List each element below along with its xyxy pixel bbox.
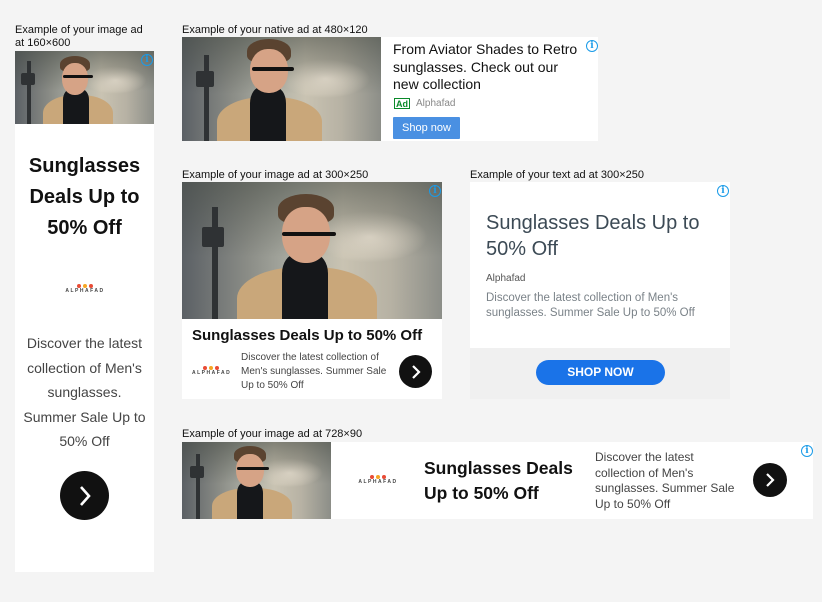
caption-image-300x250: Example of your image ad at 300×250 bbox=[182, 169, 369, 181]
alphafad-logo: ALPHAFAD bbox=[55, 284, 115, 294]
ad-photo bbox=[182, 182, 442, 319]
ad-description: Discover the latest collection of Men's … bbox=[486, 292, 695, 319]
ad-badge: Ad bbox=[394, 98, 410, 109]
image-ad-728x90[interactable]: i ALPHAFAD Sunglasses Deals Up to 50% Of… bbox=[182, 442, 813, 519]
shop-now-button[interactable]: SHOP NOW bbox=[536, 360, 665, 385]
info-icon[interactable]: i bbox=[141, 54, 153, 66]
ad-headline: Sunglasses Deals Up to 50% Off bbox=[486, 212, 700, 260]
chevron-right-icon bbox=[766, 473, 775, 487]
ad-photo bbox=[182, 37, 381, 141]
ad-headline: Sunglasses Deals Up to 50% Off bbox=[424, 458, 573, 503]
text-ad-300x250[interactable]: i Sunglasses Deals Up to 50% Off Alphafa… bbox=[470, 182, 730, 399]
shop-now-button[interactable]: Shop now bbox=[393, 117, 460, 139]
next-button[interactable] bbox=[399, 355, 432, 388]
native-ad-480x120[interactable]: i From Aviator Shades to Retro sunglasse… bbox=[182, 37, 598, 141]
ad-headline: Sunglasses Deals Up to 50% Off bbox=[192, 327, 423, 344]
alphafad-logo: ALPHAFAD bbox=[192, 366, 230, 376]
ad-description: Discover the latest collection of Men's … bbox=[241, 352, 387, 391]
caption-image-728x90: Example of your image ad at 728×90 bbox=[182, 428, 363, 440]
ad-headline: Sunglasses Deals Up to 50% Off bbox=[28, 155, 141, 239]
ad-description: Discover the latest collection of Men's … bbox=[23, 335, 146, 449]
ad-160x600[interactable]: i Sunglasses Deals Up to 50% Off ALPHAFA… bbox=[15, 51, 154, 572]
native-headline: From Aviator Shades to Retro sunglasses.… bbox=[393, 41, 578, 92]
caption-native-480x120: Example of your native ad at 480×120 bbox=[182, 24, 368, 36]
info-icon[interactable]: i bbox=[717, 185, 729, 197]
info-icon[interactable]: i bbox=[429, 185, 441, 197]
caption-text-300x250: Example of your text ad at 300×250 bbox=[470, 169, 644, 181]
image-ad-300x250[interactable]: i Sunglasses Deals Up to 50% Off ALPHAFA… bbox=[182, 182, 442, 399]
ad-photo bbox=[182, 442, 331, 519]
caption-160x600: Example of your image ad at 160×600 bbox=[15, 24, 143, 49]
ad-description: Discover the latest collection of Men's … bbox=[595, 450, 735, 511]
info-icon[interactable]: i bbox=[586, 40, 598, 52]
advertiser-name: Alphafad bbox=[486, 273, 526, 284]
next-button[interactable] bbox=[753, 463, 787, 497]
alphafad-logo: ALPHAFAD bbox=[358, 475, 398, 485]
ad-photo bbox=[15, 51, 154, 124]
info-icon[interactable]: i bbox=[801, 445, 813, 457]
next-button[interactable] bbox=[60, 471, 109, 520]
advertiser-name: Alphafad bbox=[416, 98, 456, 109]
chevron-right-icon bbox=[411, 364, 421, 379]
chevron-right-icon bbox=[79, 485, 91, 506]
